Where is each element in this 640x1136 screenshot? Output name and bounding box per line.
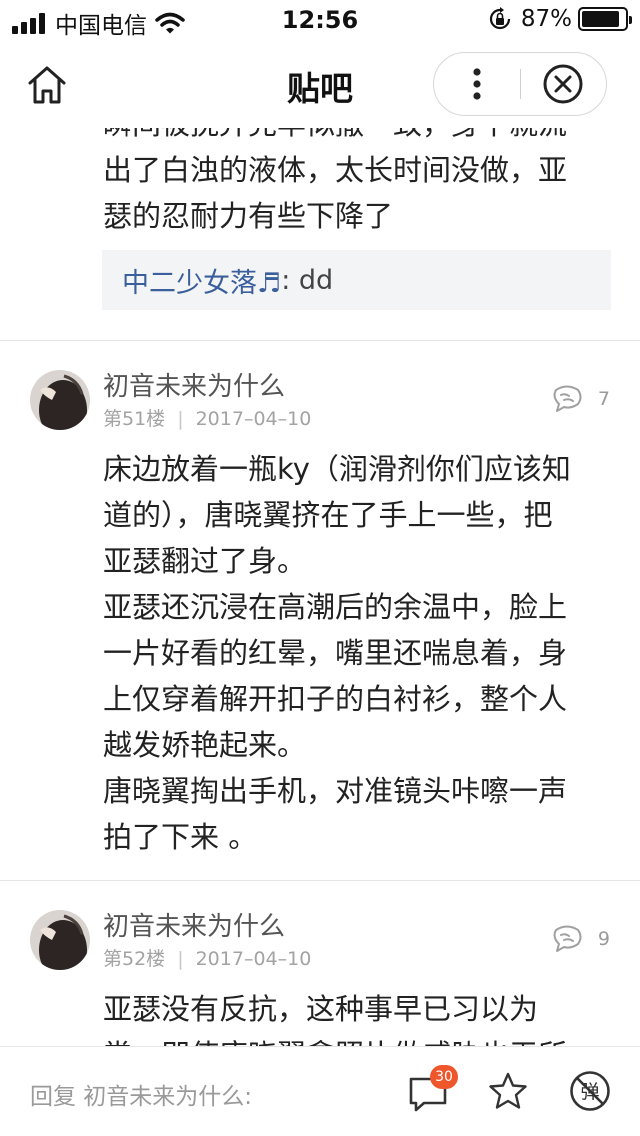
text-line: 亚瑟翻过了身。 xyxy=(103,544,307,578)
text-line: 床边放着一瓶ky（润滑剂你们应该知 xyxy=(103,452,571,486)
danmu-off-button[interactable]: 弹 xyxy=(568,1069,612,1113)
status-right: 87% xyxy=(487,6,632,32)
avatar[interactable] xyxy=(30,910,90,970)
battery-fill xyxy=(582,11,619,27)
post-meta: 第51楼 | 2017–04–10 xyxy=(103,404,311,431)
comment-count-badge: 30 xyxy=(430,1065,458,1089)
sub-reply-text: dd xyxy=(298,264,334,296)
floor-number: 第52楼 xyxy=(103,948,166,970)
sub-reply-separator: : xyxy=(281,264,299,296)
more-button[interactable] xyxy=(434,53,520,115)
post-body: 床边放着一瓶ky（润滑剂你们应该知 道的），唐晓翼挤在了手上一些，把 亚瑟翻过了… xyxy=(103,446,608,860)
avatar-image xyxy=(30,910,90,970)
rotation-lock-icon xyxy=(489,7,510,30)
more-icon xyxy=(473,68,481,100)
floor-number: 第51楼 xyxy=(103,408,166,430)
danmu-off-icon: 弹 xyxy=(570,1071,610,1111)
previous-post-text: 瞬间被抚弄完毕似撒一致，身下就流 出了白浊的液体，太长时间没做，亚 瑟的忍耐力有… xyxy=(103,128,613,239)
meta-separator: | xyxy=(177,948,184,970)
text-line: 唐晓翼掏出手机，对准镜头咔嚓一声 xyxy=(103,774,568,808)
sub-reply-author[interactable]: 中二少女落♬ xyxy=(122,261,281,300)
close-button[interactable] xyxy=(520,53,606,115)
post-date: 2017–04–10 xyxy=(195,408,312,430)
reply-icon xyxy=(553,925,582,952)
reply-button[interactable]: 9 xyxy=(550,924,610,954)
text-line: 出了白浊的液体，太长时间没做，亚 xyxy=(103,153,568,187)
post-date: 2017–04–10 xyxy=(195,948,312,970)
text-line: 上仅穿着解开扣子的白衬衫，整个人 xyxy=(103,682,568,716)
status-bar: 中国电信 12:56 87% xyxy=(0,0,640,40)
text-line: 一片好看的红晕，嘴里还喘息着，身 xyxy=(103,636,568,670)
reply-icon xyxy=(553,385,582,412)
avatar[interactable] xyxy=(30,370,90,430)
close-icon xyxy=(543,64,583,104)
thread-content: 瞬间被抚弄完毕似撒一致，身下就流 出了白浊的液体，太长时间没做，亚 瑟的忍耐力有… xyxy=(0,128,640,1046)
post-floor-52: 初音未来为什么 第52楼 | 2017–04–10 9 亚瑟没有反抗，这种事早已习以… xyxy=(0,890,640,1046)
post-meta: 第52楼 | 2017–04–10 xyxy=(103,944,311,971)
text-line: 瑟的忍耐力有些下降了 xyxy=(103,199,394,233)
text-line: 越发娇艳起来。 xyxy=(103,728,307,762)
text-line: 道的），唐晓翼挤在了手上一些，把 xyxy=(103,498,553,532)
text-line: 拍了下来 。 xyxy=(103,820,258,854)
text-line: 瞬间被抚弄完毕似撒一致，身下就流 xyxy=(103,128,613,147)
reply-input[interactable]: 回复 初音未来为什么: xyxy=(30,1077,252,1111)
reply-count: 9 xyxy=(597,928,610,950)
sub-reply[interactable]: 中二少女落♬: dd xyxy=(102,250,611,310)
author-name[interactable]: 初音未来为什么 xyxy=(103,366,285,403)
post-body: 亚瑟没有反抗，这种事早已习以为 常，即使唐晓翼拿照片做威胁也无所 xyxy=(103,986,608,1046)
nav-bar: 贴吧 xyxy=(0,40,640,128)
post-floor-51: 初音未来为什么 第51楼 | 2017–04–10 7 床边放着一瓶ky（润滑剂你们… xyxy=(0,350,640,880)
reply-count: 7 xyxy=(597,388,610,410)
text-line: 亚瑟没有反抗，这种事早已习以为 xyxy=(103,992,539,1026)
author-name[interactable]: 初音未来为什么 xyxy=(103,906,285,943)
battery-percent: 87% xyxy=(520,6,572,32)
reply-button[interactable]: 7 xyxy=(550,384,610,414)
meta-separator: | xyxy=(177,408,184,430)
divider xyxy=(0,880,640,881)
text-line: 常，即使唐晓翼拿照片做威胁也无所 xyxy=(103,1032,608,1046)
capsule-menu xyxy=(433,52,607,116)
star-icon[interactable] xyxy=(488,1071,528,1111)
bottom-bar: 回复 初音未来为什么: 30 弹 xyxy=(0,1046,640,1136)
avatar-image xyxy=(30,370,90,430)
divider xyxy=(0,340,640,341)
text-line: 亚瑟还沉浸在高潮后的余温中，脸上 xyxy=(103,590,568,624)
battery-icon xyxy=(578,7,632,31)
